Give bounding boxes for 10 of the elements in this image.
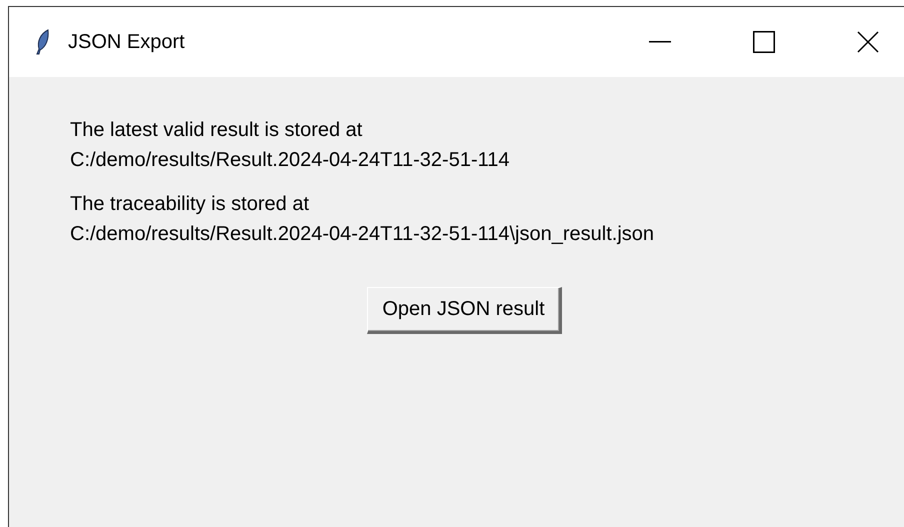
message-text: C:/demo/results/Result.2024-04-24T11-32-51-114 xyxy=(70,148,510,173)
message-text: The traceability is stored at xyxy=(70,192,309,217)
close-icon xyxy=(857,31,879,53)
window-title: JSON Export xyxy=(68,30,185,54)
open-json-result-button[interactable]: Open JSON result xyxy=(367,287,562,334)
message-text: The latest valid result is stored at xyxy=(70,118,362,143)
maximize-icon xyxy=(753,31,775,53)
minimize-icon xyxy=(649,41,671,43)
feather-icon xyxy=(36,29,50,55)
message-text: C:/demo/results/Result.2024-04-24T11-32-51-114\json_result.json xyxy=(70,222,654,247)
